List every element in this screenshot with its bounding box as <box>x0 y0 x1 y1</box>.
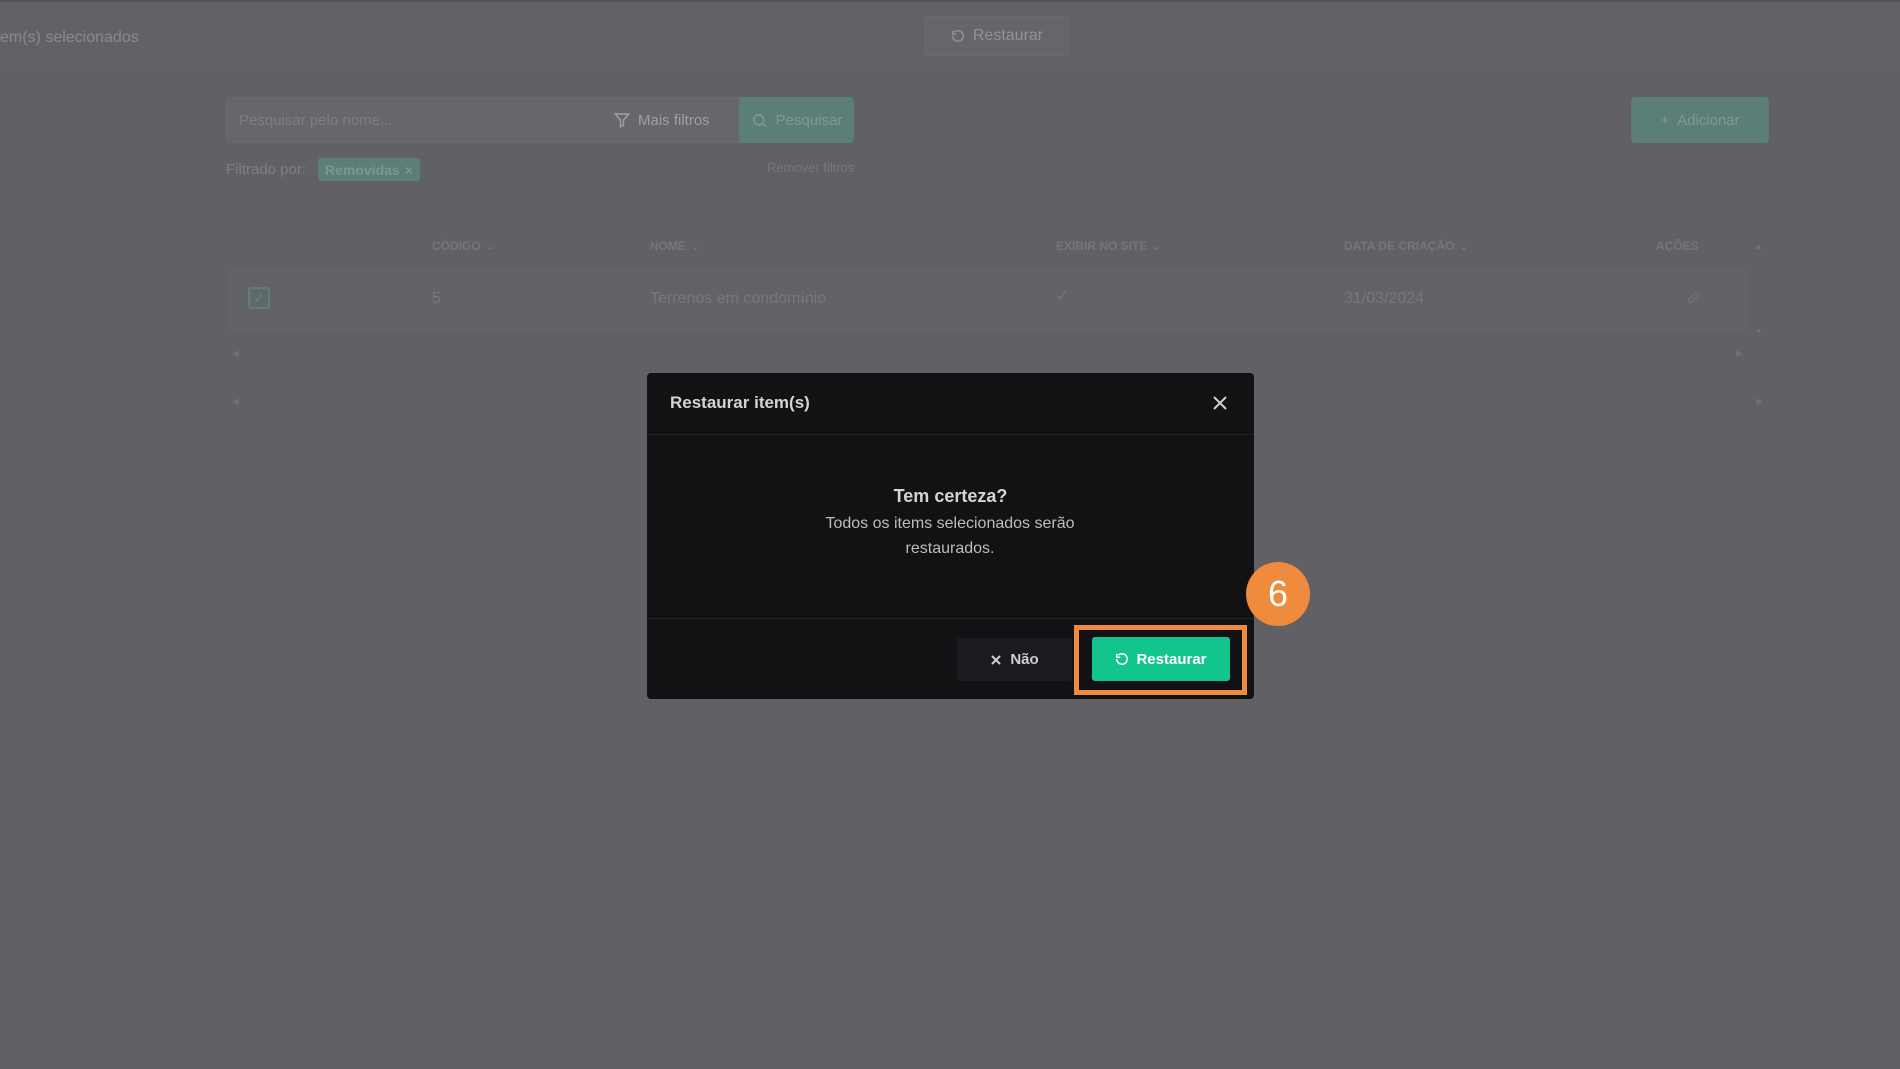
column-header-nome[interactable]: NOME ⌄ <box>650 239 700 253</box>
chevron-down-icon: ⌄ <box>1458 239 1469 253</box>
search-button-label: Pesquisar <box>775 111 843 129</box>
cell-data: 31/03/2024 <box>1344 290 1425 307</box>
step-number-badge: 6 <box>1246 562 1310 626</box>
column-exibir-label: EXIBIR NO SITE <box>1056 239 1148 253</box>
tag-close-icon[interactable]: × <box>405 162 413 178</box>
restore-button[interactable]: Restaurar <box>1092 637 1230 681</box>
column-nome-label: NOME <box>650 239 686 253</box>
table-row[interactable]: ✓ 5 Terrenos em condomínio ✓ 31/03/2024 <box>228 267 1748 333</box>
cell-exibir-check-icon: ✓ <box>1056 288 1070 305</box>
more-filters-button[interactable]: Mais filtros <box>613 98 710 142</box>
more-filters-label: Mais filtros <box>638 111 710 129</box>
check-icon: ✓ <box>253 289 265 306</box>
chevron-down-icon: ⌄ <box>1151 239 1162 253</box>
column-data-label: DATA DE CRIAÇÃO <box>1344 239 1455 253</box>
no-button[interactable]: Não <box>957 638 1072 681</box>
plus-icon: + <box>1660 111 1670 129</box>
dialog-header: Restaurar item(s) <box>647 373 1254 435</box>
table-header: CÓDIGO ⌄ NOME ⌄ EXIBIR NO SITE ⌄ DATA DE CR… <box>226 231 1763 263</box>
search-button[interactable]: Pesquisar <box>739 97 854 143</box>
restore-icon <box>951 30 964 42</box>
toolbar-restore-label: Restaurar <box>972 27 1044 44</box>
close-icon <box>991 654 1002 665</box>
scroll-right-icon[interactable]: ▶ <box>1736 348 1743 359</box>
filter-tag-removidas[interactable]: Removidas × <box>318 158 420 181</box>
confirm-title: Tem certeza? <box>893 486 1008 506</box>
scroll-up-icon[interactable]: ▲ <box>1754 241 1763 251</box>
scroll-down-icon[interactable]: ▼ <box>1754 326 1763 336</box>
column-header-codigo[interactable]: CÓDIGO ⌄ <box>432 239 495 253</box>
filter-tag-label: Removidas <box>325 161 400 178</box>
search-input[interactable] <box>239 98 599 142</box>
column-codigo-label: CÓDIGO <box>432 239 481 253</box>
search-icon <box>752 113 767 127</box>
search-bar: Mais filtros <box>226 97 740 143</box>
cell-nome: Terrenos em condomínio <box>650 290 827 307</box>
dialog-title: Restaurar item(s) <box>670 393 810 412</box>
scroll-left-icon[interactable]: ◀ <box>232 348 239 359</box>
dialog-footer: Não Restaurar <box>647 618 1254 699</box>
restore-icon <box>1116 653 1129 665</box>
add-button[interactable]: + Adicionar <box>1631 97 1769 143</box>
close-icon[interactable] <box>1208 391 1232 415</box>
restore-confirm-dialog: Restaurar item(s) Tem certeza? Todos os … <box>647 373 1254 699</box>
page-scroll-left-icon[interactable]: ◀ <box>232 396 239 407</box>
edit-icon[interactable] <box>1686 289 1702 310</box>
row-checkbox[interactable]: ✓ <box>248 287 270 309</box>
chevron-down-icon: ⌄ <box>690 239 701 253</box>
remove-filters-link[interactable]: Remover filtros <box>767 160 854 175</box>
cell-codigo: 5 <box>432 290 441 307</box>
chevron-down-icon: ⌄ <box>484 239 495 253</box>
add-button-label: Adicionar <box>1677 111 1740 129</box>
column-header-acoes: AÇÕES <box>1656 239 1699 253</box>
restore-button-label: Restaurar <box>1136 650 1207 668</box>
column-header-data[interactable]: DATA DE CRIAÇÃO ⌄ <box>1344 239 1469 253</box>
column-header-exibir[interactable]: EXIBIR NO SITE ⌄ <box>1056 239 1161 253</box>
no-button-label: Não <box>1010 651 1039 668</box>
page-scroll-right-icon[interactable]: ▶ <box>1756 396 1763 407</box>
column-acoes-label: AÇÕES <box>1656 239 1699 253</box>
selected-count-text: em(s) selecionados <box>0 29 139 46</box>
selection-toolbar: em(s) selecionados Restaurar <box>0 0 1900 70</box>
filter-icon <box>613 113 631 128</box>
page-background: em(s) selecionados Restaurar Mais filtro… <box>0 0 1900 1069</box>
filtered-by-label: Filtrado por: <box>226 161 307 178</box>
confirm-text: Todos os items selecionados serão restau… <box>825 515 1075 557</box>
dialog-body: Tem certeza? Todos os items selecionados… <box>647 436 1254 616</box>
toolbar-restore-button[interactable]: Restaurar <box>925 16 1069 56</box>
